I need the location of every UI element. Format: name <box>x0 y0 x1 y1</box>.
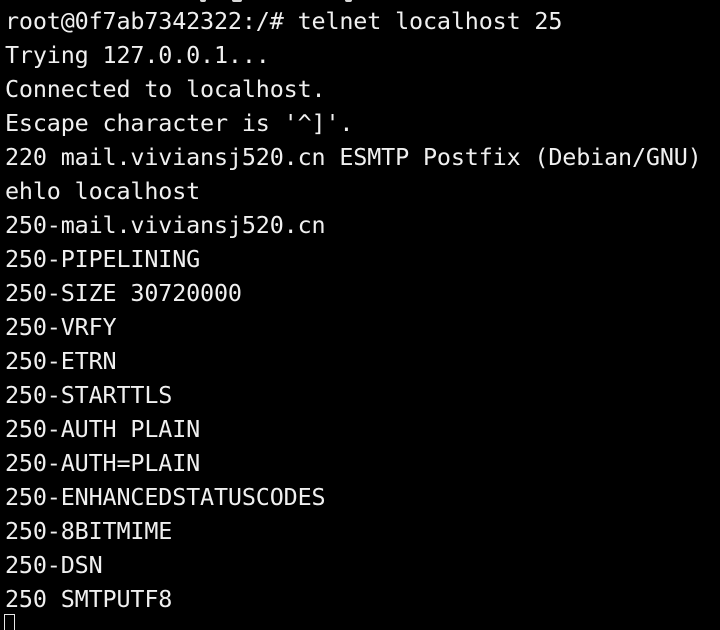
terminal-line: 250-VRFY <box>5 313 117 341</box>
terminal-line: 250-SIZE 30720000 <box>5 279 242 307</box>
block-cursor-icon <box>4 614 15 630</box>
terminal-output: root@0f7ab7342322:/# telnet localhost 25… <box>5 4 702 616</box>
terminal-line: Escape character is '^]'. <box>5 109 354 137</box>
terminal-line: Connected to localhost. <box>5 75 326 103</box>
terminal-line: ehlo localhost <box>5 177 201 205</box>
terminal-line: 250-mail.viviansj520.cn <box>5 211 326 239</box>
terminal-line: Trying 127.0.0.1... <box>5 41 270 69</box>
terminal-line: 250-ENHANCEDSTATUSCODES <box>5 483 326 511</box>
terminal-line: 250-AUTH PLAIN <box>5 415 201 443</box>
terminal-window[interactable]: root@0f7ab7342322:/# telnet localhost 25… <box>0 0 720 630</box>
terminal-line: 250 SMTPUTF8 <box>5 585 173 613</box>
terminal-line: 250-ETRN <box>5 347 117 375</box>
terminal-line: 250-PIPELINING <box>5 245 201 273</box>
terminal-line: 220 mail.viviansj520.cn ESMTP Postfix (D… <box>5 143 702 171</box>
terminal-line: 250-AUTH=PLAIN <box>5 449 201 477</box>
terminal-line: 250-DSN <box>5 551 103 579</box>
terminal-line: 250-8BITMIME <box>5 517 173 545</box>
terminal-line: 250-STARTTLS <box>5 381 173 409</box>
terminal-line: root@0f7ab7342322:/# telnet localhost 25 <box>5 7 563 35</box>
